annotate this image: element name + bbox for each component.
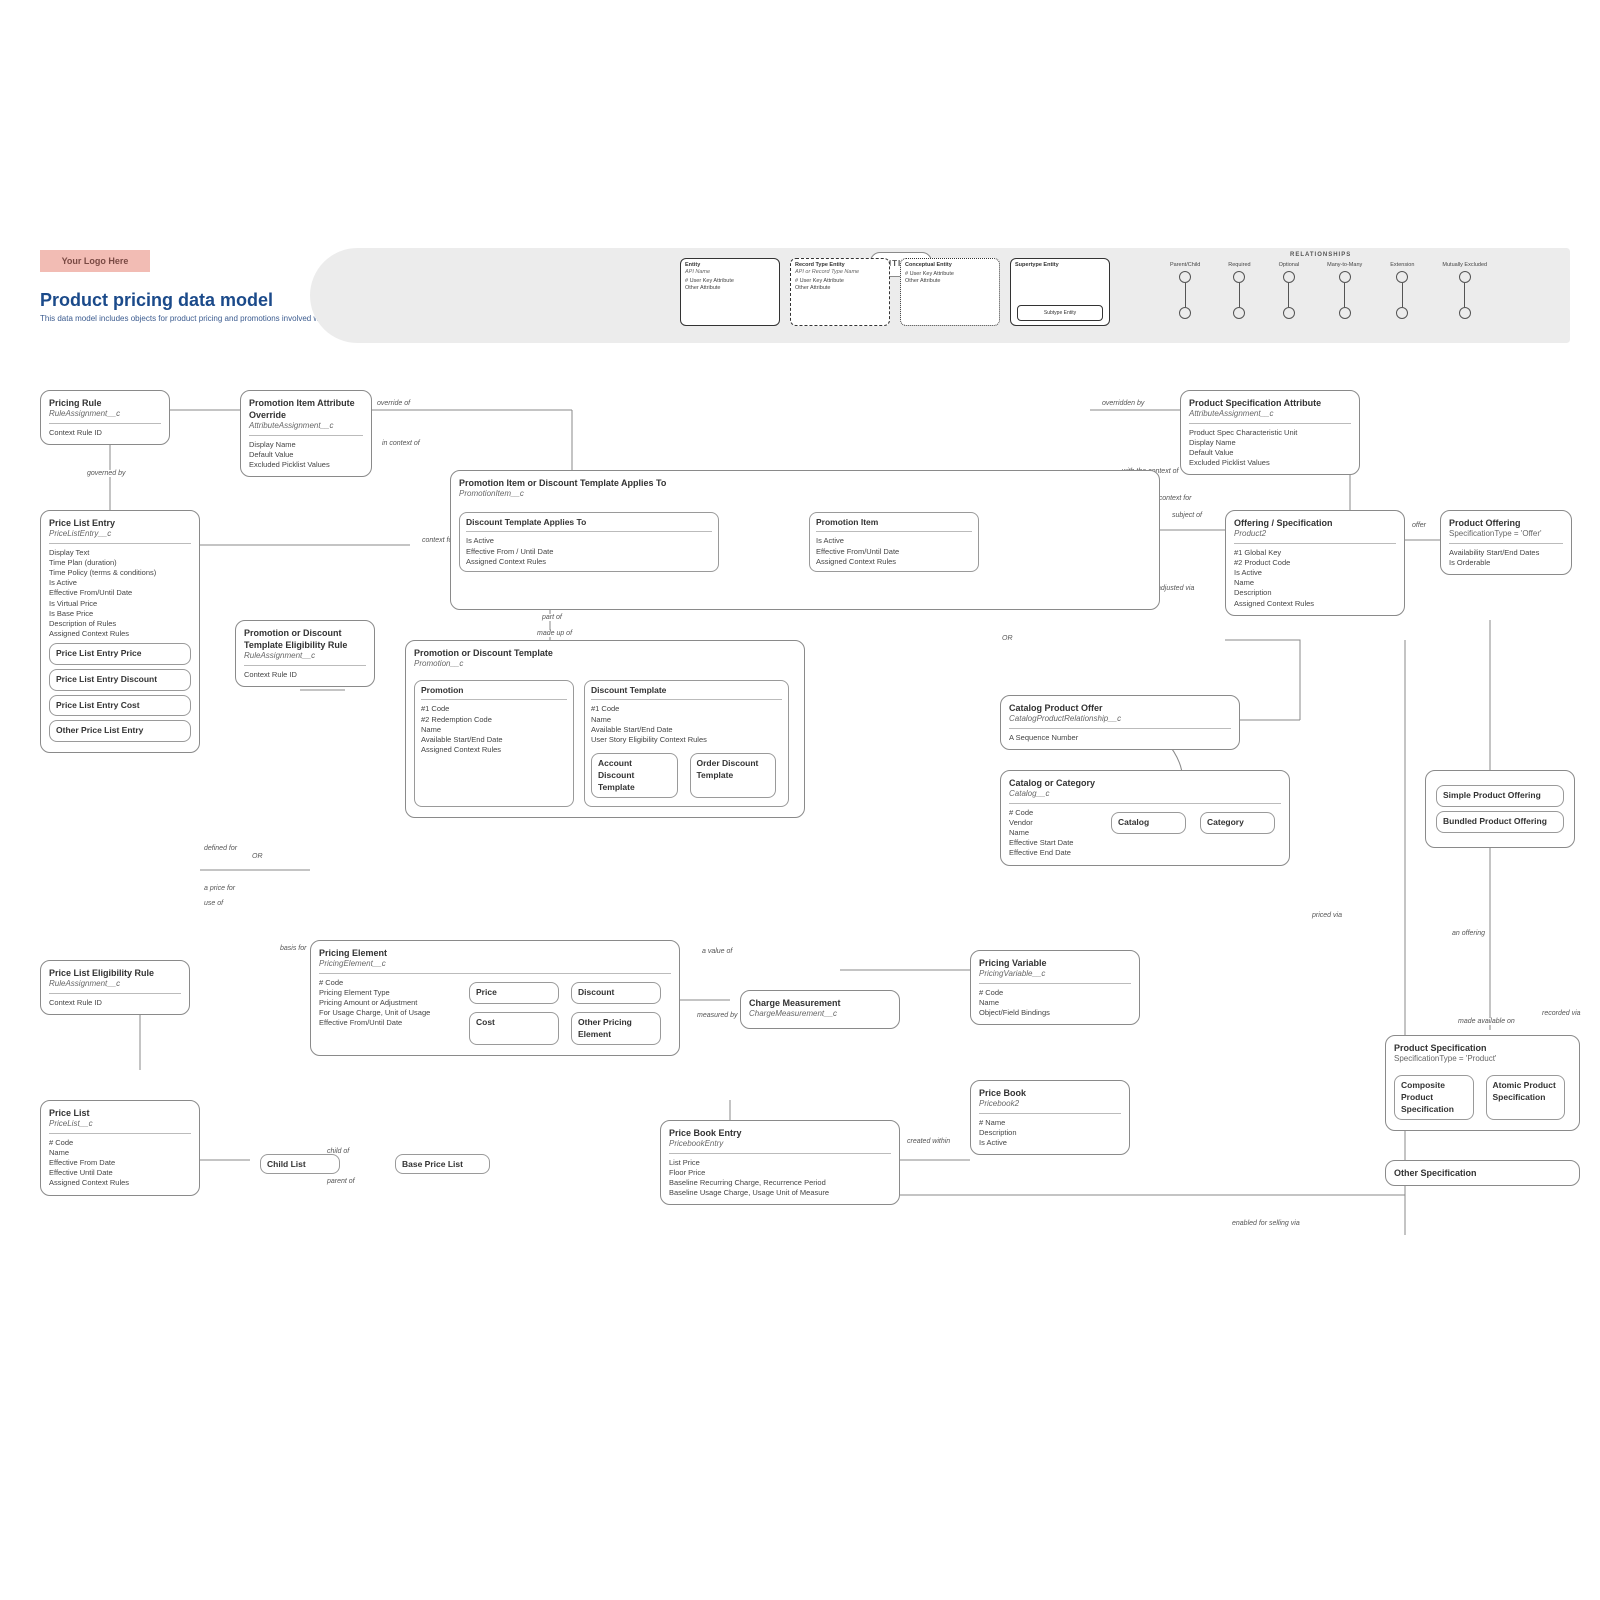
logo-badge: Your Logo Here <box>40 250 150 272</box>
entity-promo-item-container: Promotion Item or Discount Template Appl… <box>450 470 1160 610</box>
sub-other-pricing-element: Other Pricing Element <box>571 1012 661 1046</box>
sub-price: Price <box>469 982 559 1004</box>
page-title: Product pricing data model <box>40 290 273 311</box>
entity-product-offering: Product Offering SpecificationType = 'Of… <box>1440 510 1572 575</box>
rl-made-available-on: made available on <box>1456 1018 1517 1025</box>
rl-priced-via: priced via <box>1310 912 1344 919</box>
sub-ple-cost: Price List Entry Cost <box>49 695 191 717</box>
entity-promo-or-discount: Promotion or Discount Template Promotion… <box>405 640 805 818</box>
entity-pricing-variable: Pricing Variable PricingVariable__c # Co… <box>970 950 1140 1025</box>
entity-other-specification: Other Specification <box>1385 1160 1580 1186</box>
rl-basis-for: basis for <box>278 945 308 952</box>
rl-defined-for: defined for <box>202 845 239 852</box>
entity-pricing-rule: Pricing Rule RuleAssignment__c Context R… <box>40 390 170 445</box>
sub-discount: Discount <box>571 982 661 1004</box>
rl-part-of: part of <box>540 614 564 621</box>
sub-ple-price: Price List Entry Price <box>49 643 191 665</box>
rl-overridden-by: overridden by <box>1100 400 1146 407</box>
sub-discount-template: Discount Template #1 CodeNameAvailable S… <box>584 680 789 807</box>
rl-subject-of: subject of <box>1170 512 1204 519</box>
entity-pricing-element: Pricing Element PricingElement__c # Code… <box>310 940 680 1056</box>
entity-promo-attr-override: Promotion Item Attribute Override Attrib… <box>240 390 372 477</box>
rl-a-price-for: a price for <box>202 885 237 892</box>
rl-override-of: override of <box>375 400 412 407</box>
sub-simple-product-offering: Simple Product Offering <box>1436 785 1564 807</box>
rl-parent-of: parent of <box>325 1178 357 1185</box>
entity-catalog-or-category: Catalog or Category Catalog__c # CodeVen… <box>1000 770 1290 866</box>
sub-ple-other: Other Price List Entry <box>49 720 191 742</box>
sub-ple-discount: Price List Entry Discount <box>49 669 191 691</box>
rl-or-1: OR <box>250 853 265 860</box>
sub-account-discount-template: Account Discount Template <box>591 753 678 798</box>
sub-category: Category <box>1200 812 1275 834</box>
entity-price-list-entry: Price List Entry PriceListEntry__c Displ… <box>40 510 200 753</box>
product-offering-subs: Simple Product Offering Bundled Product … <box>1425 770 1575 848</box>
legend-rel-heading: RELATIONSHIPS <box>1290 252 1351 258</box>
rl-in-context-of: in context of <box>380 440 422 447</box>
entity-charge-measurement: Charge Measurement ChargeMeasurement__c <box>740 990 900 1029</box>
legend-entity: Entity API Name # User Key AttributeOthe… <box>680 258 780 326</box>
legend-relationships: Parent/Child Required Optional Many-to-M… <box>1170 262 1487 319</box>
sub-child-list: Child List <box>260 1154 340 1174</box>
rl-a-value-of: a value of <box>700 948 734 955</box>
sub-promotion: Promotion #1 Code#2 Redemption CodeNameA… <box>414 680 574 807</box>
legend-conceptual-entity: Conceptual Entity # User Key AttributeOt… <box>900 258 1000 326</box>
rl-enabled-selling: enabled for selling via <box>1230 1220 1302 1227</box>
entity-price-book-entry: Price Book Entry PricebookEntry List Pri… <box>660 1120 900 1205</box>
sub-order-discount-template: Order Discount Template <box>690 753 777 798</box>
rl-made-up-of: made up of <box>535 630 574 637</box>
entity-offering: Offering / Specification Product2 #1 Glo… <box>1225 510 1405 616</box>
sub-base-price-list: Base Price List <box>395 1154 490 1174</box>
sub-composite-product-spec: Composite Product Specification <box>1394 1075 1474 1120</box>
rl-an-offering: an offering <box>1450 930 1487 937</box>
sub-bundled-product-offering: Bundled Product Offering <box>1436 811 1564 833</box>
rl-adjusted-via: adjusted via <box>1155 585 1196 592</box>
entity-product-specification: Product Specification SpecificationType … <box>1385 1035 1580 1131</box>
sub-cost: Cost <box>469 1012 559 1046</box>
legend-recordtype-entity: Record Type Entity API or Record Type Na… <box>790 258 890 326</box>
sub-promotion-item: Promotion Item Is ActiveEffective From/U… <box>809 512 979 572</box>
entity-template-elig-rule: Promotion or Discount Template Eligibili… <box>235 620 375 687</box>
entity-product-spec-attr: Product Specification Attribute Attribut… <box>1180 390 1360 475</box>
entity-ple-elig-rule: Price List Eligibility Rule RuleAssignme… <box>40 960 190 1015</box>
rl-created-within: created within <box>905 1138 952 1145</box>
legend-supertype-entity: Supertype Entity Subtype Entity <box>1010 258 1110 326</box>
rl-recorded-via: recorded via <box>1540 1010 1583 1017</box>
rl-offer: offer <box>1410 522 1428 529</box>
rl-governed-by: governed by <box>85 470 128 477</box>
sub-catalog: Catalog <box>1111 812 1186 834</box>
sub-atomic-product-spec: Atomic Product Specification <box>1486 1075 1566 1120</box>
legend-entities: Entity API Name # User Key AttributeOthe… <box>680 258 1110 333</box>
entity-price-list: Price List PriceList__c # CodeNameEffect… <box>40 1100 200 1196</box>
entity-catalog-product-offer: Catalog Product Offer CatalogProductRela… <box>1000 695 1240 750</box>
rl-measured-by: measured by <box>695 1012 739 1019</box>
rl-or-2: OR <box>1000 635 1015 642</box>
entity-price-book: Price Book Pricebook2 # NameDescriptionI… <box>970 1080 1130 1155</box>
sub-discount-applies-to: Discount Template Applies To Is ActiveEf… <box>459 512 719 572</box>
rl-use-of: use of <box>202 900 225 907</box>
